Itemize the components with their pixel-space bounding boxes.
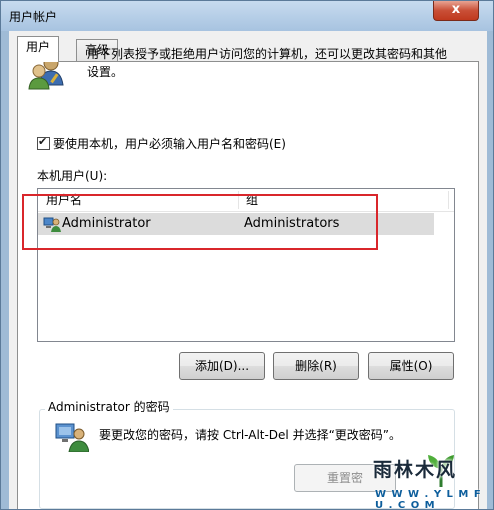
password-change-text: 要更改您的密码，请按 Ctrl-Alt-Del 并选择“更改密码”。: [99, 428, 402, 442]
watermark-title: 雨林木风: [373, 459, 458, 481]
column-separator[interactable]: [448, 191, 449, 209]
title-bar[interactable]: 用户帐户 x: [1, 1, 493, 31]
site-watermark: 雨林木风 W W W . Y L M F U . C O M: [369, 453, 493, 510]
require-login-row[interactable]: ✔ 要使用本机，用户必须输入用户名和密码(E): [37, 135, 286, 152]
description-text: 用下列表授予或拒绝用户访问您的计算机，还可以更改其密码和其他设置。: [87, 47, 448, 79]
window-title: 用户帐户: [9, 10, 58, 24]
require-login-label: 要使用本机，用户必须输入用户名和密码(E): [53, 137, 286, 151]
properties-button[interactable]: 属性(O): [368, 352, 454, 380]
close-button[interactable]: x: [433, 1, 479, 21]
change-password-icon: [55, 423, 89, 452]
users-section-label: 本机用户(U):: [37, 169, 108, 183]
user-accounts-window: 用户帐户 x 用户 高级 用下列表授予或拒绝用户访问您的计算机，还可以更改其密码…: [0, 0, 494, 510]
annotation-highlight-box: [22, 194, 378, 250]
tab-users[interactable]: 用户: [17, 36, 60, 62]
watermark-url: W W W . Y L M F U . C O M: [375, 489, 482, 510]
password-group-title: Administrator 的密码: [45, 398, 173, 415]
checkmark-icon: ✔: [38, 135, 48, 148]
remove-user-button[interactable]: 删除(R): [273, 352, 359, 380]
add-user-button[interactable]: 添加(D)...: [179, 352, 265, 380]
require-login-checkbox[interactable]: ✔: [37, 135, 50, 150]
